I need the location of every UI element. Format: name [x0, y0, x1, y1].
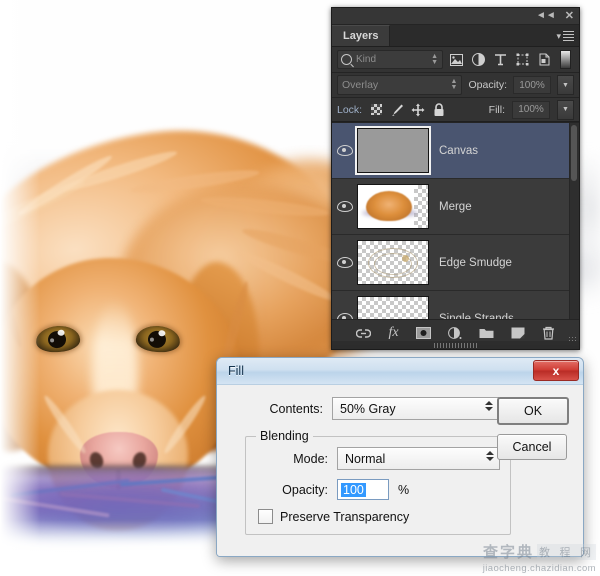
opacity-row: Opacity: 100 % [256, 479, 500, 500]
new-layer-icon[interactable] [511, 327, 525, 339]
delete-layer-icon[interactable] [542, 326, 555, 340]
fill-dialog[interactable]: Fill x Contents: 50% Gray Blending Mode:… [216, 357, 584, 557]
scrollbar-thumb[interactable] [571, 125, 577, 181]
blend-mode-value: Overlay [342, 79, 379, 91]
watermark-url: jiaocheng.chazidian.com [482, 563, 596, 574]
percent-label: % [398, 482, 410, 497]
shape-layer-filter-icon[interactable] [514, 51, 531, 68]
fill-value[interactable]: 100% [512, 100, 550, 119]
layer-thumbnail[interactable] [355, 126, 431, 175]
layers-panel[interactable]: ◄◄ ✕ Layers ▾ Kind ▲ ▼ Overlay ▲ ▼ Opaci… [331, 7, 580, 350]
table-row[interactable]: Merge [332, 179, 579, 235]
preserve-transparency-label: Preserve Transparency [280, 509, 410, 524]
lock-label: Lock: [337, 103, 363, 116]
close-icon[interactable]: ✕ [565, 10, 574, 22]
layer-visibility-toggle[interactable] [332, 257, 357, 268]
filter-kind-label: Kind [356, 54, 377, 65]
left-white-fade [0, 0, 40, 576]
panel-titlebar: ◄◄ ✕ [332, 8, 579, 25]
opacity-label: Opacity: [282, 482, 328, 497]
smart-object-filter-icon[interactable] [536, 51, 553, 68]
eye-icon [336, 145, 353, 156]
dialog-title: Fill [228, 364, 244, 378]
fill-dropdown-arrow[interactable]: ▼ [557, 99, 574, 120]
cancel-button[interactable]: Cancel [497, 434, 567, 460]
new-group-icon[interactable] [479, 327, 494, 339]
layer-filter-row: Kind ▲ ▼ [332, 47, 579, 73]
opacity-dropdown-arrow[interactable]: ▼ [557, 75, 574, 95]
blending-legend: Blending [260, 429, 309, 443]
resize-grip-icon [433, 343, 478, 348]
mode-row: Mode: Normal [256, 447, 500, 470]
opacity-value[interactable]: 100% [513, 76, 551, 94]
hamburger-icon [563, 29, 574, 43]
dialog-body: Contents: 50% Gray Blending Mode: Normal [217, 385, 583, 556]
mode-select[interactable]: Normal [337, 447, 500, 470]
lock-row: Lock: Fill: 100% ▼ [332, 98, 579, 122]
tab-layers[interactable]: Layers [332, 25, 391, 46]
layers-list[interactable]: Canvas Merge Edge Smudge Single Strands [332, 122, 579, 319]
preserve-transparency-row[interactable]: Preserve Transparency [258, 509, 500, 524]
blending-group: Blending Mode: Normal Opacity: 100 % Pre… [245, 429, 511, 535]
table-row[interactable]: Edge Smudge [332, 235, 579, 291]
layer-thumbnail[interactable] [357, 296, 429, 319]
blend-mode-select[interactable]: Overlay ▲ ▼ [337, 75, 463, 95]
type-layer-filter-icon[interactable] [492, 51, 509, 68]
contents-label: Contents: [269, 401, 323, 416]
tab-layers-label: Layers [343, 30, 379, 42]
lock-transparent-pixels-icon[interactable] [369, 103, 383, 117]
preserve-transparency-checkbox[interactable] [258, 509, 273, 524]
layers-list-scrollbar[interactable] [569, 123, 579, 319]
blend-mode-row: Overlay ▲ ▼ Opacity: 100% ▼ [332, 73, 579, 98]
layer-thumbnail[interactable] [357, 184, 429, 229]
eye-icon [336, 201, 353, 212]
opacity-label: Opacity: [468, 79, 507, 91]
opacity-input[interactable]: 100 [337, 479, 389, 500]
layer-visibility-toggle[interactable] [332, 201, 357, 212]
lock-position-icon[interactable] [411, 103, 425, 117]
chevron-updown-icon: ▲ ▼ [450, 78, 458, 91]
chevron-updown-icon [485, 401, 493, 411]
layer-style-fx-icon[interactable]: fx [388, 325, 398, 341]
layer-visibility-toggle[interactable] [332, 145, 357, 156]
dialog-buttons: OK Cancel [497, 397, 569, 460]
layer-thumbnail[interactable] [357, 240, 429, 285]
watermark-cn-left: 查字典 [482, 543, 534, 561]
contents-value: 50% Gray [340, 401, 396, 416]
adjustment-layer-filter-icon[interactable] [470, 51, 487, 68]
chevron-updown-icon: ▲ ▼ [431, 52, 438, 66]
table-row[interactable]: Single Strands [332, 291, 579, 319]
watermark-cn-right: 教 程 网 [537, 543, 596, 560]
ok-button[interactable]: OK [497, 397, 569, 425]
layer-name: Canvas [439, 144, 478, 157]
search-icon [341, 54, 352, 65]
mode-label: Mode: [293, 451, 328, 466]
eye-icon [336, 257, 353, 268]
filter-toggle-icon[interactable] [560, 50, 571, 69]
layer-name: Merge [439, 200, 472, 213]
table-row[interactable]: Canvas [332, 123, 579, 179]
mode-value: Normal [345, 451, 386, 466]
chevron-updown-icon [486, 451, 494, 461]
watermark: 查字典 教 程 网 jiaocheng.chazidian.com [483, 541, 596, 574]
panel-bottom-resize[interactable] [332, 341, 579, 349]
panel-menu-icon[interactable]: ▾ [556, 29, 574, 43]
close-icon[interactable]: x [533, 360, 579, 381]
lock-image-pixels-icon[interactable] [390, 103, 404, 117]
link-layers-icon[interactable] [356, 328, 372, 339]
fill-label: Fill: [488, 103, 505, 116]
pixel-layer-filter-icon[interactable] [448, 51, 465, 68]
layer-name: Edge Smudge [439, 256, 512, 269]
panel-tab-row: Layers ▾ [332, 25, 579, 47]
contents-select[interactable]: 50% Gray [332, 397, 499, 420]
add-layer-mask-icon[interactable] [415, 327, 431, 339]
lock-all-icon[interactable] [432, 102, 446, 117]
dialog-titlebar[interactable]: Fill x [217, 358, 583, 385]
collapse-panel-icon[interactable]: ◄◄ [536, 11, 556, 21]
new-adjustment-layer-icon[interactable] [447, 326, 462, 340]
filter-kind-select[interactable]: Kind ▲ ▼ [337, 50, 443, 69]
opacity-value: 100 [341, 482, 366, 497]
